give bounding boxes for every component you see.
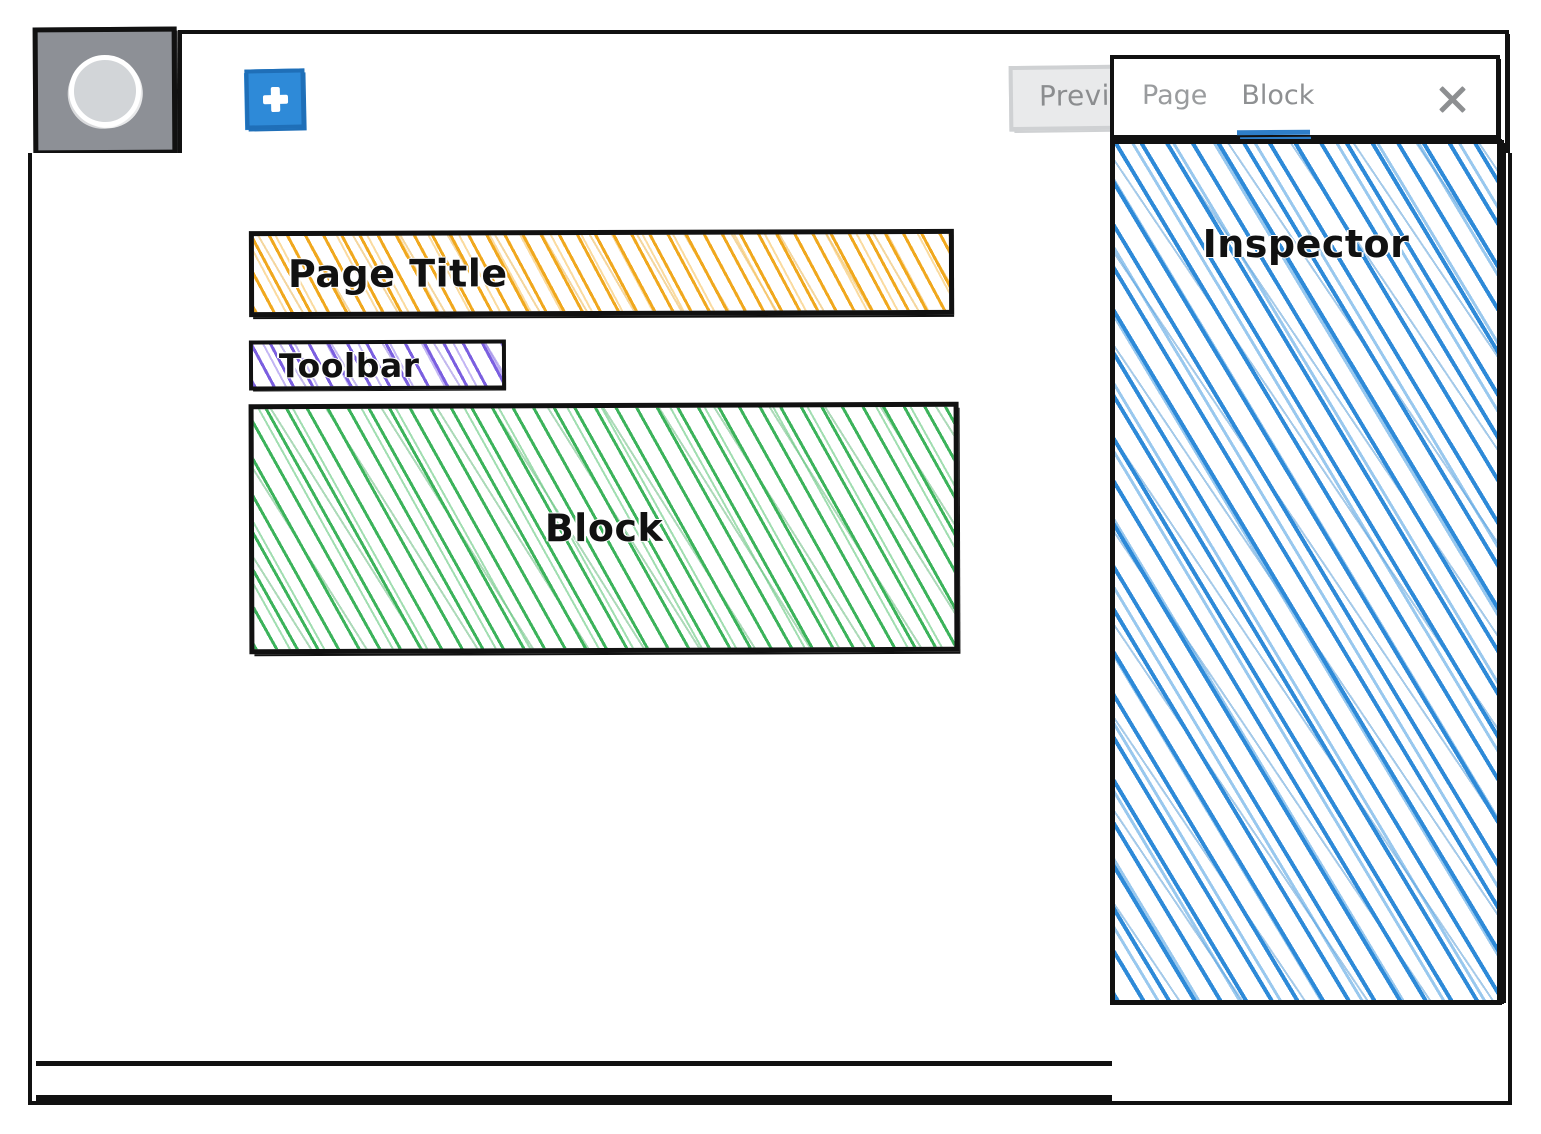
status-bar bbox=[36, 1061, 1112, 1101]
inspector-tabbar: Page Block bbox=[1110, 55, 1500, 139]
editor-window: Preview Publish Page Title Toolbar Block bbox=[28, 26, 1512, 1105]
content-block[interactable]: Block bbox=[248, 401, 960, 655]
plus-icon bbox=[262, 86, 289, 113]
inspector-sidebar: Page Block Inspector bbox=[1110, 55, 1504, 1005]
tab-page[interactable]: Page bbox=[1142, 82, 1207, 113]
page-title-block[interactable]: Page Title bbox=[248, 228, 955, 318]
tab-block[interactable]: Block bbox=[1241, 82, 1314, 113]
block-label: Block bbox=[544, 505, 664, 551]
add-block-button[interactable] bbox=[244, 68, 306, 130]
close-icon[interactable] bbox=[1434, 81, 1470, 117]
inspector-label: Inspector bbox=[1202, 222, 1410, 266]
wordpress-logo-icon[interactable] bbox=[32, 26, 178, 156]
inspector-body[interactable]: Inspector bbox=[1110, 139, 1502, 1005]
page-title-label: Page Title bbox=[287, 251, 508, 296]
toolbar-label: Toolbar bbox=[278, 345, 420, 385]
logo-circle-mark bbox=[65, 51, 145, 131]
block-toolbar[interactable]: Toolbar bbox=[248, 339, 507, 391]
